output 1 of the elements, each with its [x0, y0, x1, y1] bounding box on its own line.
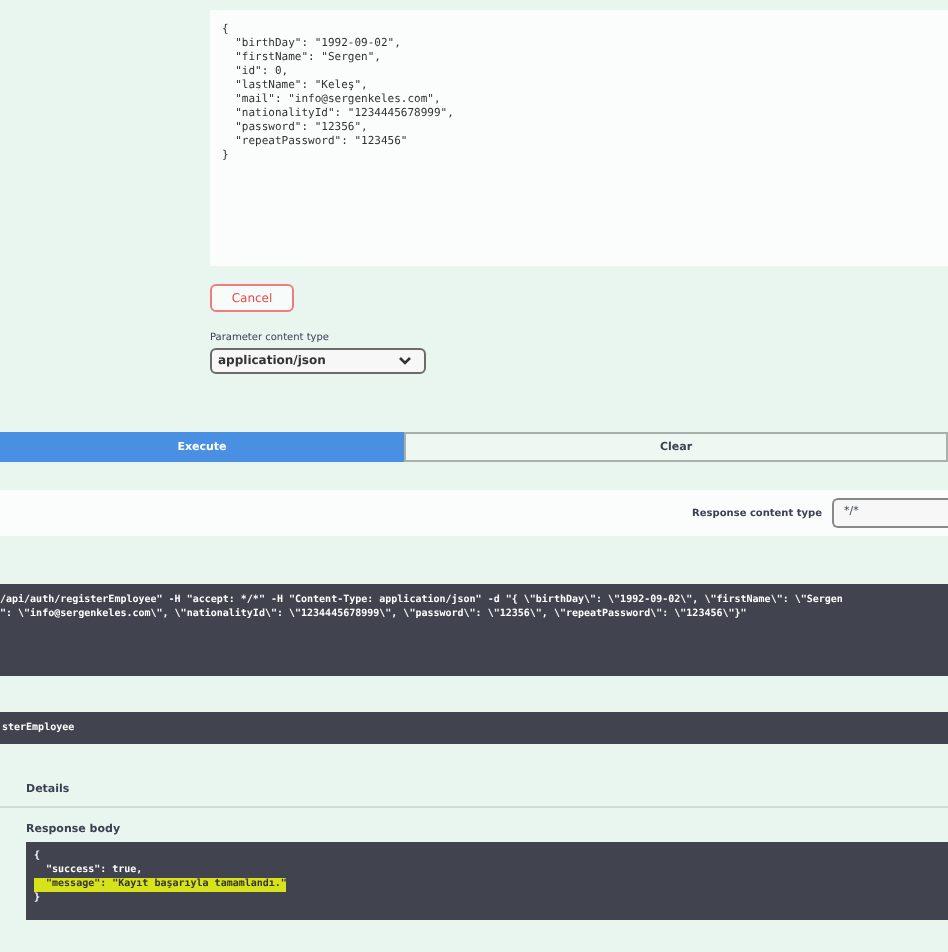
chevron-down-icon: [398, 356, 412, 366]
